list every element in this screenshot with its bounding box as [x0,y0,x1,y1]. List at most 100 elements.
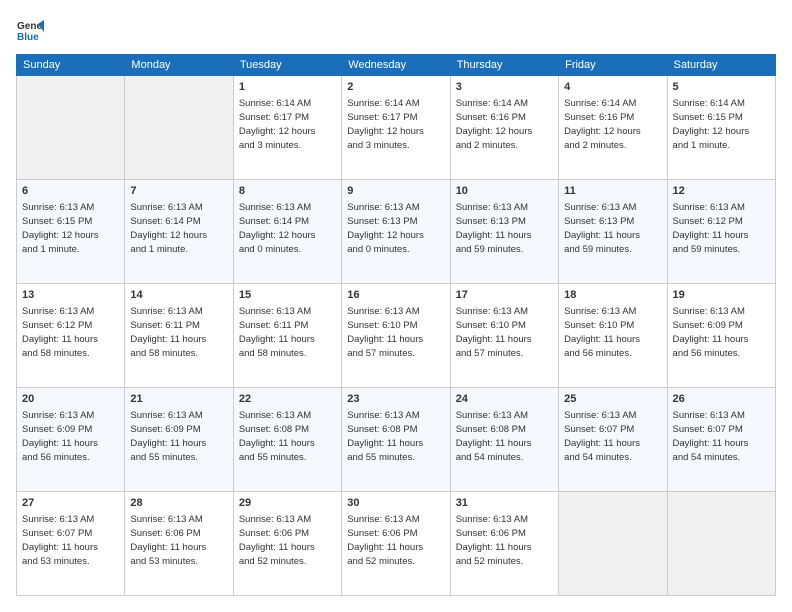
calendar-week-row: 20 Sunrise: 6:13 AM Sunset: 6:09 PM Dayli… [17,388,776,492]
calendar-cell [17,76,125,180]
day-number: 1 [239,80,336,95]
calendar-cell: 2 Sunrise: 6:14 AM Sunset: 6:17 PM Daylig… [342,76,450,180]
day-number: 24 [456,392,553,407]
calendar-cell: 24 Sunrise: 6:13 AM Sunset: 6:08 PM Dayli… [450,388,558,492]
day-info: Sunrise: 6:13 AM Sunset: 6:07 PM Dayligh… [673,409,770,464]
day-number: 3 [456,80,553,95]
day-info: Sunrise: 6:13 AM Sunset: 6:13 PM Dayligh… [456,201,553,256]
day-number: 19 [673,288,770,303]
day-number: 20 [22,392,119,407]
header: General Blue [16,16,776,44]
calendar-cell: 7 Sunrise: 6:13 AM Sunset: 6:14 PM Daylig… [125,180,233,284]
calendar-cell: 20 Sunrise: 6:13 AM Sunset: 6:09 PM Dayli… [17,388,125,492]
calendar-cell: 31 Sunrise: 6:13 AM Sunset: 6:06 PM Dayli… [450,492,558,596]
day-info: Sunrise: 6:13 AM Sunset: 6:07 PM Dayligh… [22,513,119,568]
day-number: 6 [22,184,119,199]
day-number: 13 [22,288,119,303]
calendar-cell [125,76,233,180]
calendar-cell: 19 Sunrise: 6:13 AM Sunset: 6:09 PM Dayli… [667,284,775,388]
day-info: Sunrise: 6:13 AM Sunset: 6:07 PM Dayligh… [564,409,661,464]
day-number: 4 [564,80,661,95]
day-number: 31 [456,496,553,511]
day-number: 7 [130,184,227,199]
calendar-table: SundayMondayTuesdayWednesdayThursdayFrid… [16,54,776,596]
weekday-header-tuesday: Tuesday [233,55,341,76]
day-number: 18 [564,288,661,303]
calendar-cell [559,492,667,596]
calendar-cell: 8 Sunrise: 6:13 AM Sunset: 6:14 PM Daylig… [233,180,341,284]
day-info: Sunrise: 6:13 AM Sunset: 6:12 PM Dayligh… [22,305,119,360]
day-info: Sunrise: 6:14 AM Sunset: 6:17 PM Dayligh… [239,97,336,152]
day-info: Sunrise: 6:13 AM Sunset: 6:14 PM Dayligh… [239,201,336,256]
day-info: Sunrise: 6:14 AM Sunset: 6:17 PM Dayligh… [347,97,444,152]
day-info: Sunrise: 6:13 AM Sunset: 6:08 PM Dayligh… [239,409,336,464]
day-info: Sunrise: 6:13 AM Sunset: 6:13 PM Dayligh… [564,201,661,256]
calendar-week-row: 1 Sunrise: 6:14 AM Sunset: 6:17 PM Daylig… [17,76,776,180]
day-info: Sunrise: 6:13 AM Sunset: 6:13 PM Dayligh… [347,201,444,256]
calendar-cell: 1 Sunrise: 6:14 AM Sunset: 6:17 PM Daylig… [233,76,341,180]
day-number: 30 [347,496,444,511]
day-info: Sunrise: 6:13 AM Sunset: 6:09 PM Dayligh… [130,409,227,464]
calendar-page: General Blue SundayMondayTuesdayWednesda… [0,0,792,612]
day-info: Sunrise: 6:13 AM Sunset: 6:08 PM Dayligh… [456,409,553,464]
calendar-cell: 28 Sunrise: 6:13 AM Sunset: 6:06 PM Dayli… [125,492,233,596]
day-number: 2 [347,80,444,95]
day-number: 8 [239,184,336,199]
calendar-week-row: 27 Sunrise: 6:13 AM Sunset: 6:07 PM Dayli… [17,492,776,596]
calendar-cell [667,492,775,596]
calendar-cell: 14 Sunrise: 6:13 AM Sunset: 6:11 PM Dayli… [125,284,233,388]
day-number: 21 [130,392,227,407]
weekday-header-row: SundayMondayTuesdayWednesdayThursdayFrid… [17,55,776,76]
calendar-cell: 26 Sunrise: 6:13 AM Sunset: 6:07 PM Dayli… [667,388,775,492]
calendar-cell: 9 Sunrise: 6:13 AM Sunset: 6:13 PM Daylig… [342,180,450,284]
calendar-cell: 18 Sunrise: 6:13 AM Sunset: 6:10 PM Dayli… [559,284,667,388]
day-info: Sunrise: 6:13 AM Sunset: 6:08 PM Dayligh… [347,409,444,464]
svg-text:Blue: Blue [17,32,39,43]
day-number: 28 [130,496,227,511]
calendar-cell: 27 Sunrise: 6:13 AM Sunset: 6:07 PM Dayli… [17,492,125,596]
calendar-cell: 4 Sunrise: 6:14 AM Sunset: 6:16 PM Daylig… [559,76,667,180]
calendar-cell: 25 Sunrise: 6:13 AM Sunset: 6:07 PM Dayli… [559,388,667,492]
calendar-cell: 6 Sunrise: 6:13 AM Sunset: 6:15 PM Daylig… [17,180,125,284]
calendar-cell: 21 Sunrise: 6:13 AM Sunset: 6:09 PM Dayli… [125,388,233,492]
day-number: 29 [239,496,336,511]
day-info: Sunrise: 6:14 AM Sunset: 6:16 PM Dayligh… [564,97,661,152]
day-number: 23 [347,392,444,407]
weekday-header-monday: Monday [125,55,233,76]
weekday-header-wednesday: Wednesday [342,55,450,76]
day-info: Sunrise: 6:13 AM Sunset: 6:11 PM Dayligh… [130,305,227,360]
weekday-header-thursday: Thursday [450,55,558,76]
day-info: Sunrise: 6:13 AM Sunset: 6:10 PM Dayligh… [456,305,553,360]
day-number: 5 [673,80,770,95]
day-number: 17 [456,288,553,303]
calendar-cell: 11 Sunrise: 6:13 AM Sunset: 6:13 PM Dayli… [559,180,667,284]
day-info: Sunrise: 6:13 AM Sunset: 6:10 PM Dayligh… [564,305,661,360]
calendar-cell: 10Sunrise: 6:13 AM Sunset: 6:13 PM Dayli… [450,180,558,284]
day-info: Sunrise: 6:13 AM Sunset: 6:06 PM Dayligh… [130,513,227,568]
logo: General Blue [16,16,44,44]
day-info: Sunrise: 6:13 AM Sunset: 6:09 PM Dayligh… [673,305,770,360]
calendar-cell: 23 Sunrise: 6:13 AM Sunset: 6:08 PM Dayli… [342,388,450,492]
day-info: Sunrise: 6:13 AM Sunset: 6:06 PM Dayligh… [456,513,553,568]
day-info: Sunrise: 6:13 AM Sunset: 6:12 PM Dayligh… [673,201,770,256]
calendar-cell: 12 Sunrise: 6:13 AM Sunset: 6:12 PM Dayli… [667,180,775,284]
weekday-header-sunday: Sunday [17,55,125,76]
day-number: 26 [673,392,770,407]
calendar-cell: 17 Sunrise: 6:13 AM Sunset: 6:10 PM Dayli… [450,284,558,388]
day-info: Sunrise: 6:13 AM Sunset: 6:15 PM Dayligh… [22,201,119,256]
day-info: Sunrise: 6:13 AM Sunset: 6:11 PM Dayligh… [239,305,336,360]
day-number: 9 [347,184,444,199]
calendar-week-row: 13 Sunrise: 6:13 AM Sunset: 6:12 PM Dayli… [17,284,776,388]
calendar-cell: 3 Sunrise: 6:14 AM Sunset: 6:16 PM Daylig… [450,76,558,180]
day-number: 14 [130,288,227,303]
day-info: Sunrise: 6:13 AM Sunset: 6:14 PM Dayligh… [130,201,227,256]
weekday-header-friday: Friday [559,55,667,76]
day-number: 22 [239,392,336,407]
day-number: 27 [22,496,119,511]
day-info: Sunrise: 6:13 AM Sunset: 6:09 PM Dayligh… [22,409,119,464]
day-number: 11 [564,184,661,199]
calendar-cell: 13 Sunrise: 6:13 AM Sunset: 6:12 PM Dayli… [17,284,125,388]
day-info: Sunrise: 6:14 AM Sunset: 6:16 PM Dayligh… [456,97,553,152]
day-number: 25 [564,392,661,407]
day-number: 12 [673,184,770,199]
